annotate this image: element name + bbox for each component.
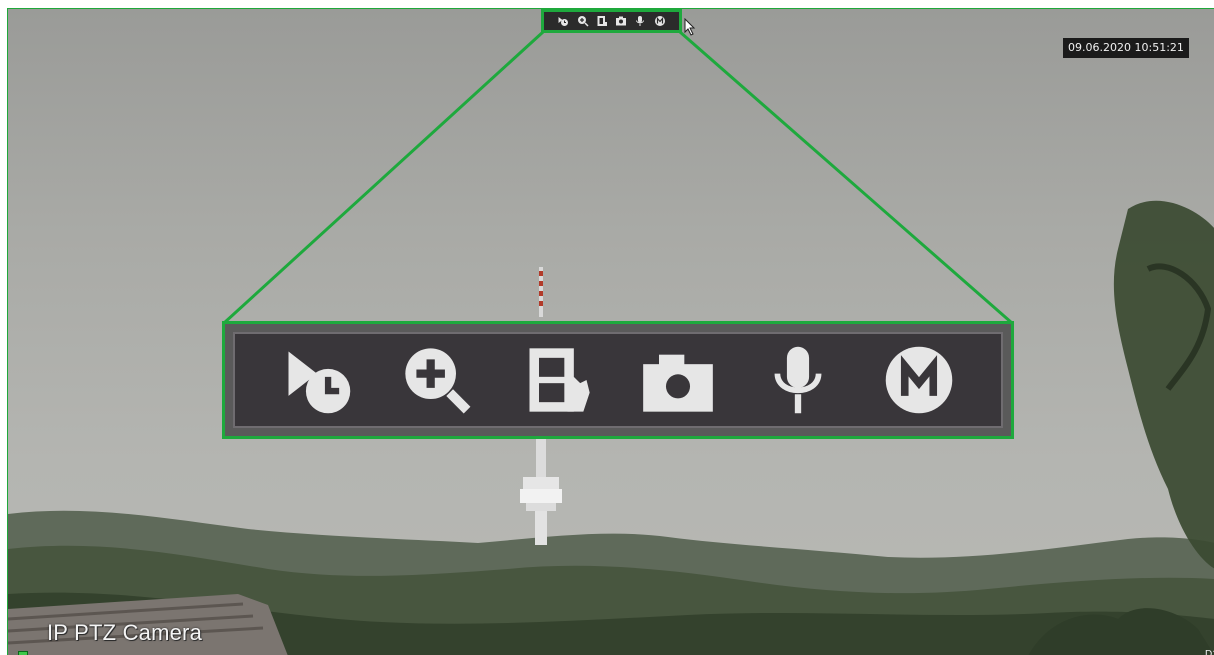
zoom-in-icon (577, 16, 589, 27)
camera-icon (643, 354, 713, 412)
mouse-pointer-icon (684, 18, 696, 36)
camera-title-overlay: IP PTZ Camera (47, 620, 203, 645)
instant-playback-button[interactable] (557, 15, 569, 27)
microphone-icon (636, 16, 645, 26)
manual-snapshot-button-magnified[interactable] (638, 340, 718, 420)
timestamp-overlay: 09.06.2020 10:51:21 (1063, 38, 1189, 58)
manual-switch-button-magnified[interactable] (879, 340, 959, 420)
quick-toolbar (541, 9, 682, 33)
m-circle-icon (885, 346, 953, 414)
recording-indicator-icon (18, 651, 28, 655)
video-clip-icon (529, 348, 590, 412)
digital-zoom-button-magnified[interactable] (397, 340, 477, 420)
instant-playback-button-magnified[interactable] (277, 340, 357, 420)
realtime-backup-button[interactable] (596, 15, 608, 27)
two-way-talk-button[interactable] (634, 15, 646, 27)
playback-clock-icon (558, 17, 569, 26)
camera-icon (616, 16, 627, 26)
video-clip-icon (597, 16, 607, 26)
zoom-in-icon (405, 348, 471, 414)
microphone-icon (775, 346, 822, 414)
two-way-talk-button-magnified[interactable] (758, 340, 838, 420)
channel-label: D1 (1205, 649, 1214, 655)
manual-switch-button[interactable] (654, 15, 666, 27)
playback-clock-icon (288, 351, 351, 414)
toolbar-zoom-callout (222, 321, 1014, 439)
manual-snapshot-button[interactable] (615, 15, 627, 27)
realtime-backup-button-magnified[interactable] (518, 340, 598, 420)
digital-zoom-button[interactable] (577, 15, 589, 27)
m-circle-icon (654, 16, 665, 26)
